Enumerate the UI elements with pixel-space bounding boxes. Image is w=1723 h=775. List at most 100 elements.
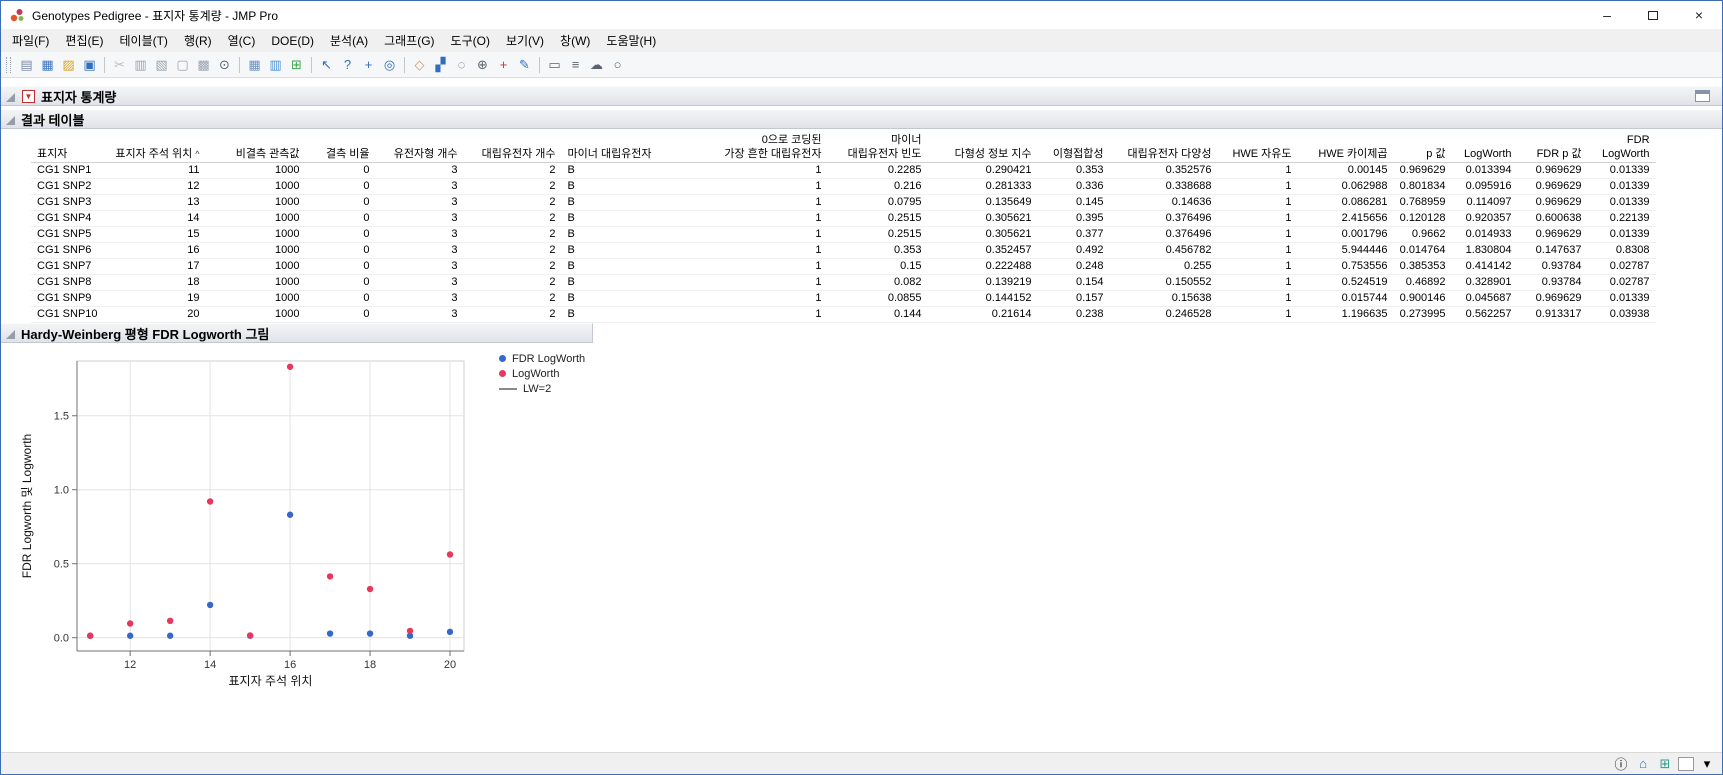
data-point[interactable] (166, 632, 174, 639)
table-row[interactable]: CG1 SNP9 19 1000 0 3 2 B 1 0.0855 0.144152 0.157 0.… (31, 290, 1656, 307)
cloud-annotation-icon[interactable]: ☁ (586, 54, 607, 75)
magnifier-tool-icon[interactable]: ⊕ (472, 54, 493, 75)
oval-annotation-icon[interactable]: ○ (607, 54, 628, 75)
column-header[interactable]: 마이너 대립유전자 (561, 133, 668, 163)
legend-item[interactable]: FDR LogWorth (499, 351, 585, 366)
menu-item-cols[interactable]: 열(C) (220, 29, 264, 52)
save-icon[interactable]: ▣ (79, 54, 100, 75)
data-point[interactable] (166, 617, 174, 625)
menu-item-window[interactable]: 창(W) (552, 29, 598, 52)
new-journal-icon[interactable]: ▤ (16, 54, 37, 75)
journal-icon[interactable]: ▢ (172, 54, 193, 75)
column-header[interactable]: LogWorth (1451, 133, 1518, 163)
open-icon[interactable]: ▨ (58, 54, 79, 75)
data-point[interactable] (246, 632, 254, 639)
chart-icon[interactable]: ▥ (265, 54, 286, 75)
info-icon[interactable]: ⓘ (1612, 754, 1630, 773)
column-header[interactable]: 대립유전자 개수 (463, 133, 562, 163)
data-point[interactable] (206, 601, 214, 609)
hwe-fdr-logworth-chart[interactable]: 12 14 16 18 20 0.0 0.5 1.0 1.5 표지자 주석 위치 FDR Logwo… (17, 349, 487, 691)
data-point[interactable] (126, 632, 134, 639)
table-row[interactable]: CG1 SNP4 14 1000 0 3 2 B 1 0.2515 0.305621 0.395 0.… (31, 210, 1656, 227)
data-point[interactable] (326, 630, 334, 637)
new-data-table-icon[interactable]: ▦ (37, 54, 58, 75)
column-header[interactable]: FDR LogWorth (1587, 133, 1656, 163)
help-tool-icon[interactable]: ? (337, 54, 358, 75)
menu-item-doe[interactable]: DOE(D) (263, 31, 322, 51)
menu-item-rows[interactable]: 행(R) (176, 29, 220, 52)
menu-item-analyze[interactable]: 분석(A) (322, 29, 376, 52)
legend-item[interactable]: LW=2 (499, 381, 585, 396)
red-triangle-menu-icon[interactable]: ▼ (22, 89, 35, 103)
table-row[interactable]: CG1 SNP5 15 1000 0 3 2 B 1 0.2515 0.305621 0.377 0.… (31, 226, 1656, 243)
graph-builder-icon[interactable]: ⊞ (286, 54, 307, 75)
table-row[interactable]: CG1 SNP10 20 1000 0 3 2 B 1 0.144 0.21614 0.238 0.2… (31, 306, 1656, 323)
plot-area[interactable] (76, 360, 465, 652)
data-point[interactable] (366, 630, 374, 637)
menu-item-tables[interactable]: 테이블(T) (111, 29, 175, 52)
table-row[interactable]: CG1 SNP7 17 1000 0 3 2 B 1 0.15 0.222488 0.248 0.25… (31, 258, 1656, 275)
pencil-tool-icon[interactable]: ✎ (514, 54, 535, 75)
layout-icon[interactable]: ▩ (193, 54, 214, 75)
column-header[interactable]: 표지자 (31, 133, 104, 163)
line-annotation-icon[interactable]: ≡ (565, 54, 586, 75)
toolbar-grip[interactable] (6, 56, 11, 73)
column-header[interactable]: 결측 비율 (305, 133, 376, 163)
disclosure-triangle-icon[interactable] (6, 115, 15, 125)
data-point[interactable] (126, 620, 134, 627)
data-point[interactable] (446, 551, 454, 558)
data-point[interactable] (286, 511, 294, 518)
brush-tool-icon[interactable]: ▞ (430, 54, 451, 75)
column-header[interactable]: 대립유전자 다양성 (1109, 133, 1218, 163)
copy-icon[interactable]: ▥ (130, 54, 151, 75)
search-icon[interactable]: ⊙ (214, 54, 235, 75)
menu-item-view[interactable]: 보기(V) (498, 29, 552, 52)
crosshair-tool-icon[interactable]: + (358, 54, 379, 75)
column-header[interactable]: p 값 (1393, 133, 1452, 163)
data-point[interactable] (86, 632, 94, 639)
home-window-icon[interactable]: ⌂ (1634, 756, 1652, 771)
disclosure-triangle-icon[interactable] (6, 92, 15, 102)
column-header[interactable]: HWE 카이제곱 (1297, 133, 1394, 163)
maximize-button[interactable] (1630, 1, 1676, 29)
column-header[interactable]: 이형접합성 (1037, 133, 1110, 163)
menu-item-graph[interactable]: 그래프(G) (376, 29, 442, 52)
paste-icon[interactable]: ▧ (151, 54, 172, 75)
preview-box[interactable] (1678, 756, 1694, 771)
annotate-rect-icon[interactable]: ▭ (544, 54, 565, 75)
close-button[interactable]: × (1676, 1, 1722, 29)
data-point[interactable] (406, 627, 414, 635)
table-row[interactable]: CG1 SNP1 11 1000 0 3 2 B 1 0.2285 0.290421 0.353 0.… (31, 162, 1656, 179)
data-point[interactable] (326, 573, 334, 580)
menu-item-help[interactable]: 도움말(H) (598, 29, 664, 52)
column-header[interactable]: 마이너 대립유전자 빈도 (827, 133, 928, 163)
menu-item-file[interactable]: 파일(F) (4, 29, 57, 52)
column-header[interactable]: FDR p 값 (1517, 133, 1588, 163)
menu-item-edit[interactable]: 편집(E) (57, 29, 111, 52)
plus-tool-icon[interactable]: + (493, 54, 514, 75)
data-point[interactable] (446, 628, 454, 636)
table-row[interactable]: CG1 SNP8 18 1000 0 3 2 B 1 0.082 0.139219 0.154 0.1… (31, 274, 1656, 291)
grid-view-icon[interactable]: ⊞ (1656, 756, 1674, 772)
table-row[interactable]: CG1 SNP6 16 1000 0 3 2 B 1 0.353 0.352457 0.492 0.4… (31, 242, 1656, 259)
data-table-icon[interactable]: ▦ (244, 54, 265, 75)
data-point[interactable] (286, 363, 294, 370)
menu-item-tools[interactable]: 도구(O) (443, 29, 498, 52)
column-header[interactable]: 비결측 관측값 (205, 133, 306, 163)
column-header[interactable]: 유전자형 개수 (375, 133, 464, 163)
cut-icon[interactable]: ✂ (109, 54, 130, 75)
minimize-button[interactable]: – (1584, 1, 1630, 29)
hand-tool-icon[interactable]: ◇ (409, 54, 430, 75)
table-row[interactable]: CG1 SNP2 12 1000 0 3 2 B 1 0.216 0.281333 0.336 0.3… (31, 178, 1656, 195)
data-point[interactable] (366, 585, 374, 593)
disclosure-triangle-icon[interactable] (6, 329, 15, 339)
data-point[interactable] (206, 498, 214, 505)
table-row[interactable]: CG1 SNP3 13 1000 0 3 2 B 1 0.0795 0.135649 0.145 0.… (31, 194, 1656, 211)
legend-item[interactable]: LogWorth (499, 366, 585, 381)
target-tool-icon[interactable]: ◎ (379, 54, 400, 75)
caret-down-icon[interactable]: ▾ (1698, 756, 1716, 772)
arrow-tool-icon[interactable]: ↖ (316, 54, 337, 75)
column-header[interactable]: 표지자 주석 위치 ^ (103, 133, 206, 163)
column-header[interactable]: 다형성 정보 지수 (927, 133, 1038, 163)
report-window-icon[interactable] (1695, 90, 1710, 102)
